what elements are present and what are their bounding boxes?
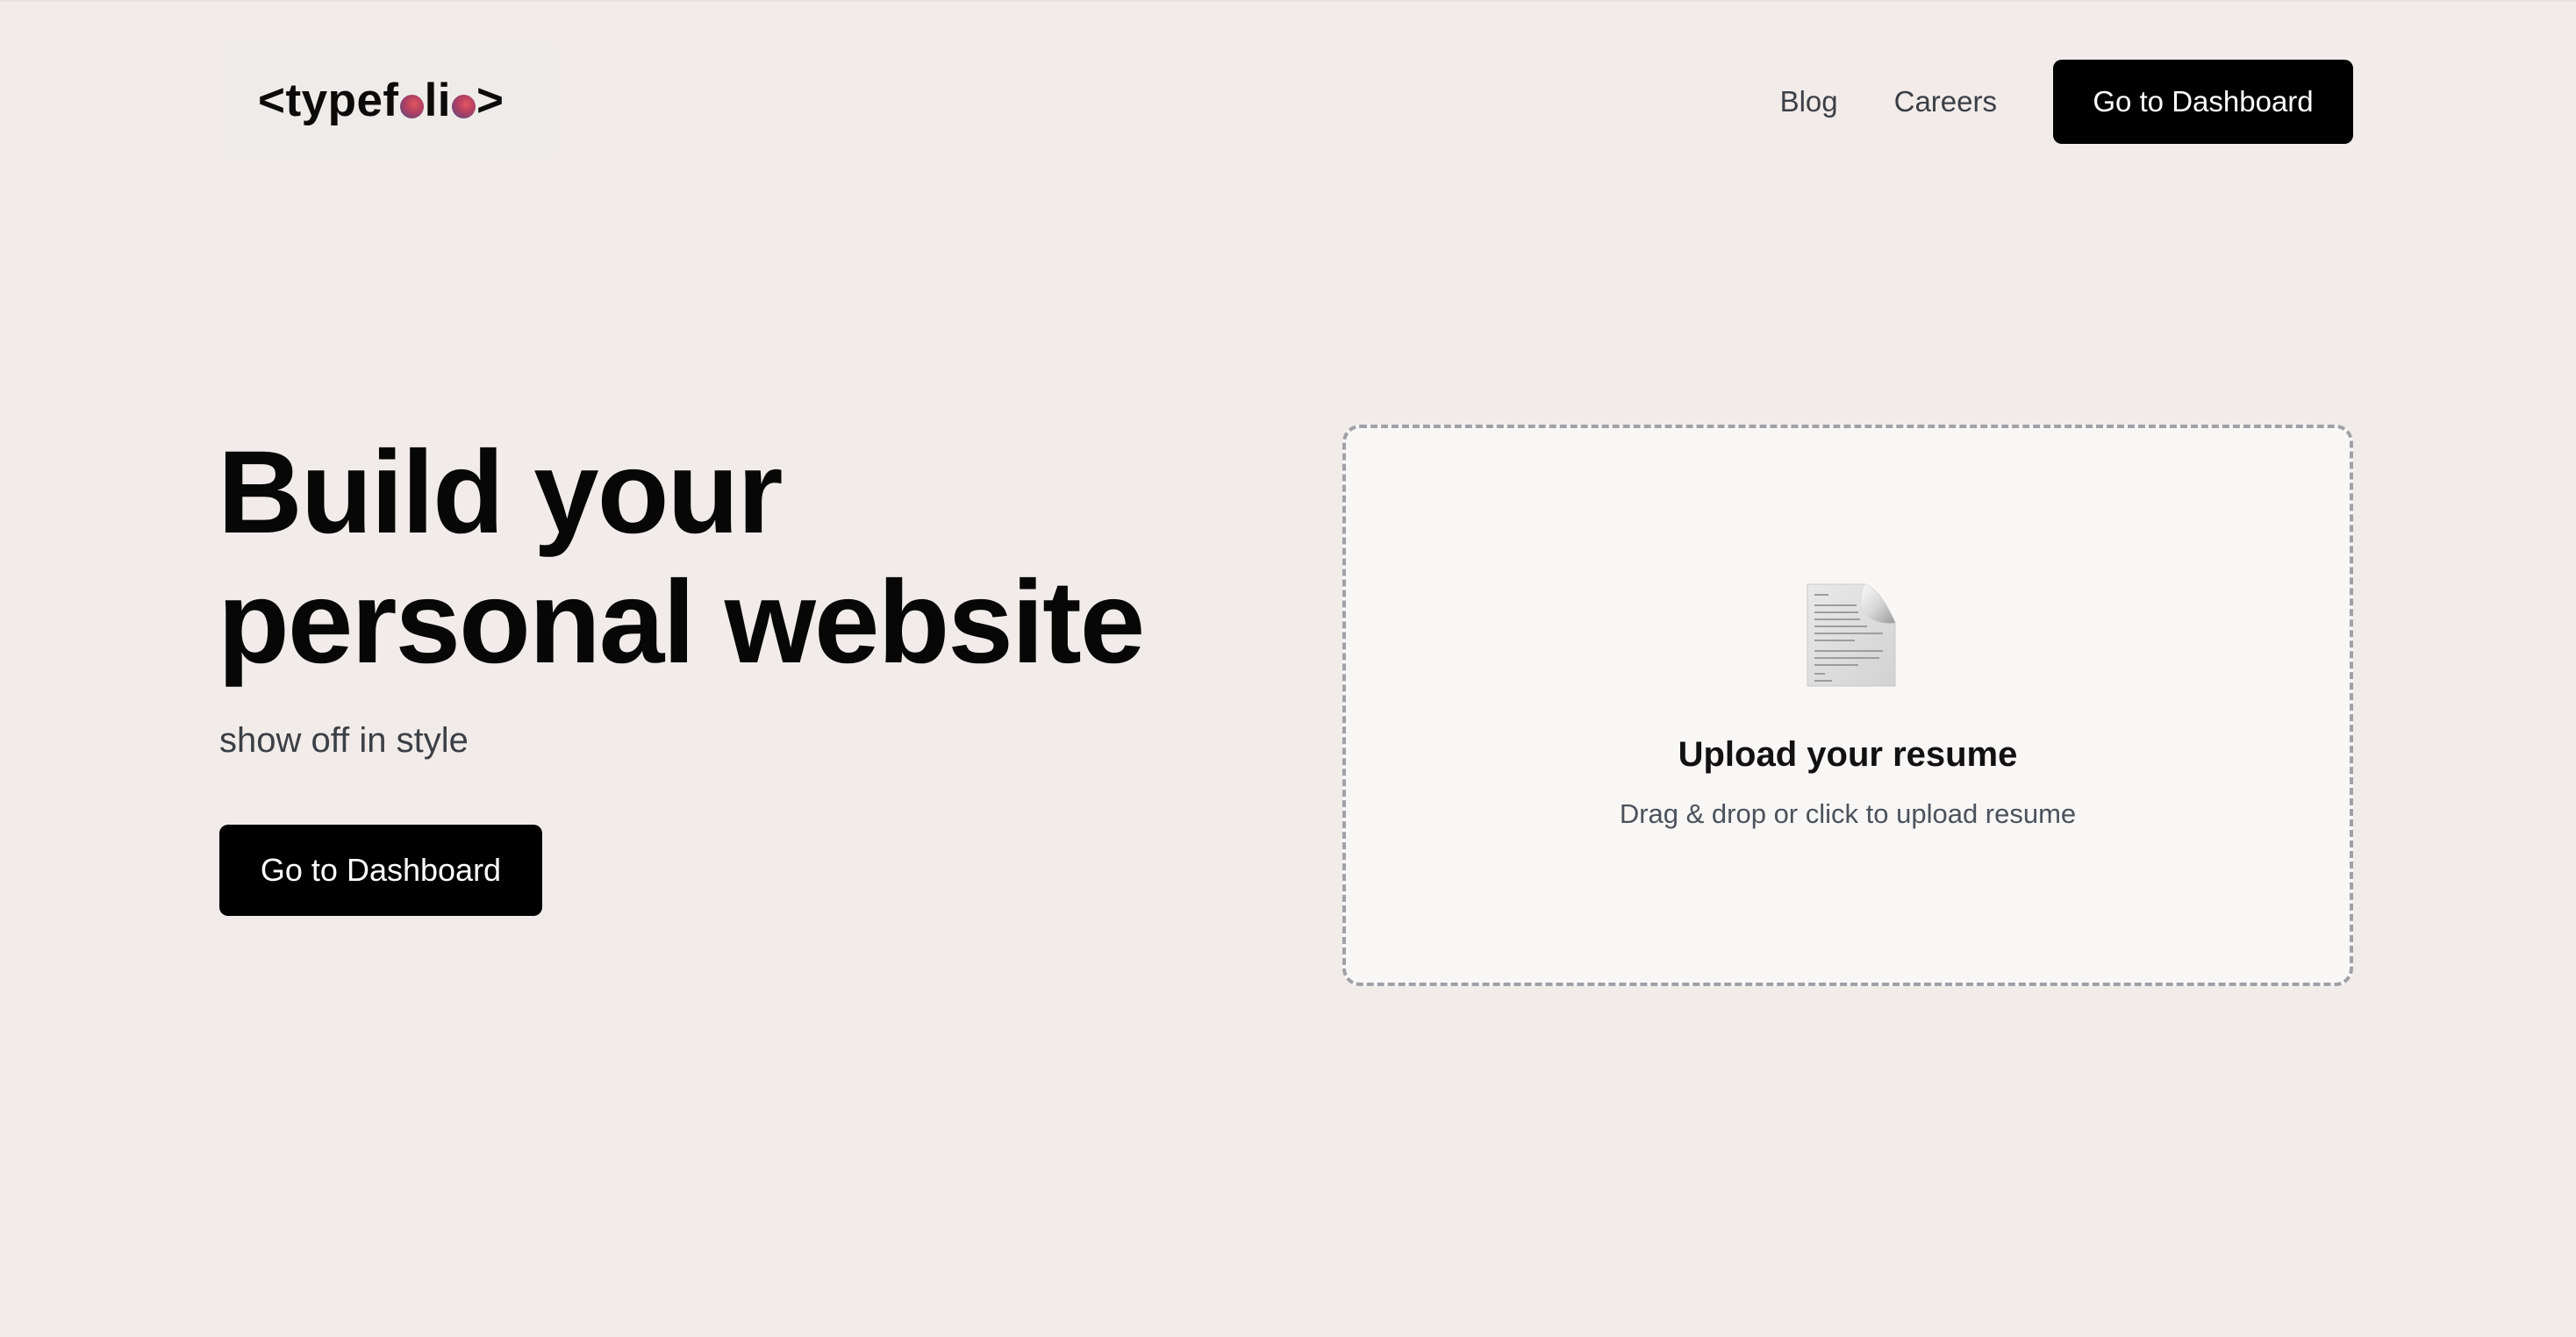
upload-title: Upload your resume bbox=[1678, 735, 2018, 774]
header-dashboard-button[interactable]: Go to Dashboard bbox=[2053, 60, 2353, 144]
logo-text-start: <typef bbox=[258, 74, 399, 126]
hero-title: Build your personal website bbox=[218, 427, 1145, 688]
logo-text-end: > bbox=[476, 74, 504, 126]
hero-dashboard-button[interactable]: Go to Dashboard bbox=[219, 825, 542, 916]
document-icon bbox=[1807, 583, 1896, 687]
nav-link-blog[interactable]: Blog bbox=[1780, 85, 1838, 118]
hero-title-line-2: personal website bbox=[218, 557, 1145, 688]
top-nav: Blog Careers Go to Dashboard bbox=[1780, 60, 2353, 144]
logo-dot-icon bbox=[399, 94, 424, 118]
logo-dot-icon bbox=[452, 94, 476, 118]
hero-subtitle: show off in style bbox=[219, 721, 469, 760]
site-header: <typef li > Blog Careers Go to Dashboard bbox=[0, 0, 2576, 204]
logo-text-middle: li bbox=[424, 74, 452, 126]
typefolio-logo[interactable]: <typef li > bbox=[225, 46, 556, 154]
nav-link-careers[interactable]: Careers bbox=[1894, 85, 1997, 118]
resume-upload-dropzone[interactable]: Upload your resume Drag & drop or click … bbox=[1342, 425, 2353, 986]
hero-title-line-1: Build your bbox=[218, 427, 784, 558]
upload-subtitle: Drag & drop or click to upload resume bbox=[1619, 798, 2077, 829]
